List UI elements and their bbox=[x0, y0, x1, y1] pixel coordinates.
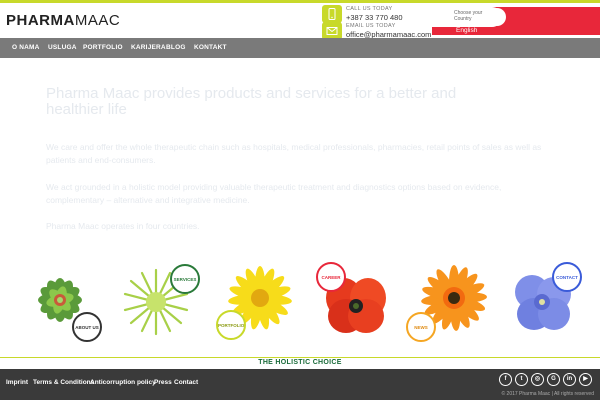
flower-chrysanthemum-image[interactable]: SERVICES bbox=[118, 262, 200, 342]
language-link[interactable]: English bbox=[456, 27, 477, 34]
portfolio-badge[interactable]: PORTFOLIO bbox=[216, 310, 246, 340]
footer-link-contact[interactable]: Contact bbox=[174, 379, 198, 386]
phone-label: CALL US TODAY bbox=[346, 6, 393, 12]
footer-link-press[interactable]: Press bbox=[154, 379, 172, 386]
flower-gerbera-image[interactable]: NEWS bbox=[406, 262, 494, 342]
services-badge[interactable]: SERVICES bbox=[170, 264, 200, 294]
nav-item-kontakt[interactable]: KONTAKT bbox=[194, 44, 227, 51]
career-badge-label: CAREER bbox=[321, 275, 341, 280]
nav-item-karijera[interactable]: KARIJERA bbox=[131, 44, 166, 51]
hero-paragraph: Pharma Maac operates in four countries. bbox=[46, 221, 200, 231]
google-icon[interactable]: G bbox=[547, 373, 560, 386]
footer: Imprint Terms & Conditions Anticorruptio… bbox=[0, 369, 600, 400]
footer-link-imprint[interactable]: Imprint bbox=[6, 379, 28, 386]
about-us-badge[interactable]: ABOUT US bbox=[72, 312, 102, 342]
logo-bold: PHARMA bbox=[6, 12, 75, 29]
linkedin-icon[interactable]: in bbox=[563, 373, 576, 386]
hero-paragraph: We act grounded in a holistic model prov… bbox=[46, 182, 502, 205]
page: PHARMAMAAC CALL US TODAY +387 33 770 480… bbox=[0, 0, 600, 400]
country-selector-panel: Choose your Country English bbox=[432, 7, 600, 35]
flower-poppy-image[interactable]: CAREER bbox=[316, 262, 398, 342]
career-badge[interactable]: CAREER bbox=[316, 262, 346, 292]
logo[interactable]: PHARMAMAAC bbox=[6, 12, 120, 29]
flower-lisianthus-image[interactable]: CONTACT bbox=[506, 262, 586, 342]
nav-item-usluga[interactable]: USLUGA bbox=[48, 44, 77, 51]
logo-light: MAAC bbox=[74, 12, 121, 29]
portfolio-badge-label: PORTFOLIO bbox=[218, 323, 245, 328]
youtube-icon[interactable]: ▶ bbox=[579, 373, 592, 386]
chevron-down-icon bbox=[494, 8, 506, 26]
copyright: © 2017 Pharma Maac | All rights reserved bbox=[501, 391, 594, 397]
facebook-icon[interactable]: f bbox=[499, 373, 512, 386]
flower-succulent-image[interactable]: ABOUT US bbox=[22, 262, 102, 342]
hero-title: Pharma Maac provides products and servic… bbox=[46, 85, 457, 118]
flower-daisy-image[interactable]: PORTFOLIO bbox=[216, 262, 300, 342]
news-badge[interactable]: NEWS bbox=[406, 312, 436, 342]
main-nav: O NAMA USLUGA PORTFOLIO KARIJERA BLOG KO… bbox=[0, 38, 600, 58]
footer-link-anticorruption[interactable]: Anticorruption policy bbox=[90, 379, 156, 386]
instagram-icon[interactable]: ◎ bbox=[531, 373, 544, 386]
about-us-badge-label: ABOUT US bbox=[75, 325, 99, 330]
footer-link-terms[interactable]: Terms & Conditions bbox=[33, 379, 94, 386]
contact-badge[interactable]: CONTACT bbox=[552, 262, 582, 292]
country-dropdown[interactable]: Choose your Country bbox=[432, 7, 506, 27]
top-accent-line bbox=[0, 0, 600, 3]
tagline: THE HOLISTIC CHOICE bbox=[258, 359, 342, 366]
nav-item-o-nama[interactable]: O NAMA bbox=[12, 44, 40, 51]
twitter-icon[interactable]: t bbox=[515, 373, 528, 386]
services-badge-label: SERVICES bbox=[173, 277, 197, 282]
tagline-divider bbox=[0, 357, 600, 358]
phone-icon bbox=[322, 5, 342, 23]
contact-badge-label: CONTACT bbox=[556, 275, 578, 280]
phone-number[interactable]: +387 33 770 480 bbox=[346, 13, 403, 22]
nav-item-portfolio[interactable]: PORTFOLIO bbox=[83, 44, 123, 51]
nav-item-blog[interactable]: BLOG bbox=[166, 44, 186, 51]
country-placeholder: Choose your Country bbox=[454, 10, 483, 22]
news-badge-label: NEWS bbox=[414, 325, 428, 330]
hero-paragraph: We care and offer the whole therapeutic … bbox=[46, 142, 542, 165]
email-label: EMAIL US TODAY bbox=[346, 23, 396, 29]
